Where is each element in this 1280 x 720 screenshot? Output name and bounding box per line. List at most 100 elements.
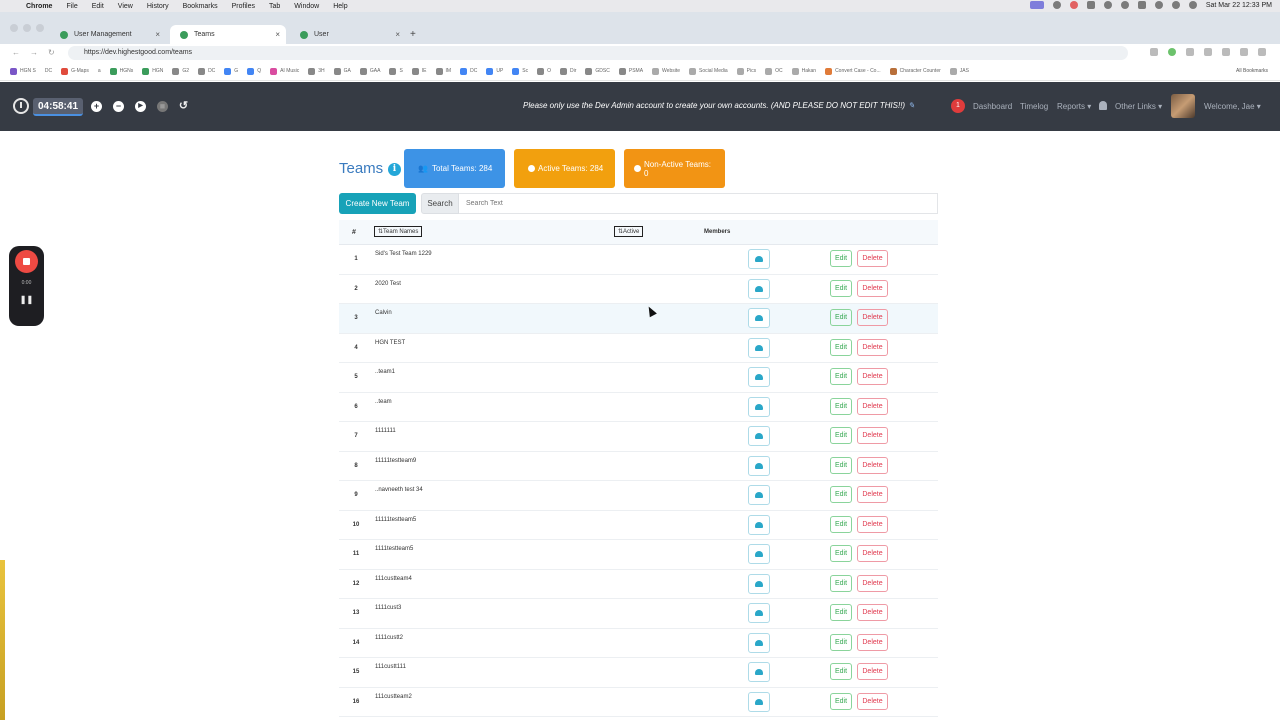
back-icon[interactable]: ← [12,48,20,57]
close-tab-icon[interactable]: × [275,30,280,39]
edit-button[interactable]: Edit [830,368,852,385]
members-button[interactable] [748,691,770,712]
bookmark-item[interactable]: G [224,67,238,75]
bookmark-item[interactable]: GA [333,67,351,75]
minimize-window-icon[interactable] [23,24,31,32]
close-window-icon[interactable] [10,24,18,32]
members-button[interactable] [748,662,770,682]
menu-clock[interactable]: Sat Mar 22 12:33 PM [1206,2,1272,9]
delete-button[interactable]: Delete [857,368,888,385]
edit-button[interactable]: Edit [830,338,852,356]
bookmark-item[interactable]: DC [45,68,52,74]
bookmark-item[interactable]: AI Music [270,67,299,75]
bookmark-item[interactable]: PSMA [618,67,643,75]
bookmark-star-icon[interactable] [1150,48,1158,56]
bookmark-item[interactable]: S [389,67,403,75]
extension-icon[interactable] [1186,48,1194,56]
extension-icon[interactable] [1240,48,1248,56]
delete-button[interactable]: Delete [857,604,888,621]
notification-badge[interactable]: 1 [951,99,965,113]
menu-window[interactable]: Window [294,3,319,10]
delete-button[interactable]: Delete [857,309,888,326]
total-teams-badge[interactable]: 👥 Total Teams: 284 [404,149,505,188]
members-button[interactable] [748,249,770,269]
search-icon[interactable] [1171,1,1180,9]
bookmark-folder[interactable]: Website [652,67,680,75]
edit-button[interactable]: Edit [830,309,852,326]
bookmark-item[interactable]: G-Maps [61,67,89,75]
menu-history[interactable]: History [147,3,169,10]
bookmark-folder[interactable]: Hakan [791,67,816,75]
nav-other-links[interactable]: Other Links ▾ [1115,102,1162,111]
wifi-icon[interactable] [1154,1,1163,9]
members-button[interactable] [748,603,770,623]
bookmark-item[interactable]: HGNs [109,67,133,75]
bookmark-item[interactable]: GAA [359,67,380,75]
delete-button[interactable]: Delete [857,692,888,710]
bell-icon[interactable] [1099,101,1107,110]
members-button[interactable] [748,337,770,358]
apple-icon[interactable] [10,2,20,11]
menu-profiles[interactable]: Profiles [232,3,255,10]
edit-button[interactable]: Edit [830,663,852,680]
members-button[interactable] [748,278,770,299]
menu-app-name[interactable]: Chrome [26,3,52,10]
stop-recording-button[interactable] [15,250,38,273]
edit-button[interactable]: Edit [830,633,852,651]
edit-button[interactable]: Edit [830,692,852,710]
members-button[interactable] [748,485,770,505]
screen-share-icon[interactable] [1029,1,1044,9]
bookmark-folder[interactable]: Pics [736,67,756,75]
bookmark-folder[interactable]: OC [765,67,783,75]
delete-button[interactable]: Delete [857,250,888,267]
tab-teams[interactable]: Teams × [170,25,286,44]
bookmark-item[interactable]: Character Counter [889,67,941,75]
members-button[interactable] [748,632,770,653]
delete-button[interactable]: Delete [857,427,888,444]
sort-active[interactable]: ⇅Active [614,226,644,237]
menu-edit[interactable]: Edit [92,3,104,10]
recording-icon[interactable] [1069,1,1078,9]
new-tab-button[interactable]: + [410,29,416,40]
stop-icon[interactable]: ■ [157,101,168,112]
add-time-icon[interactable]: + [91,101,102,112]
menu-view[interactable]: View [118,3,133,10]
edit-button[interactable]: Edit [830,545,852,562]
delete-button[interactable]: Delete [857,663,888,680]
timer-display[interactable]: 04:58:41 [33,98,83,116]
bookmark-item[interactable]: Dir [560,67,576,75]
edit-button[interactable]: Edit [830,279,852,297]
bookmark-folder[interactable]: JAS [949,67,969,75]
members-button[interactable] [748,514,770,535]
all-bookmarks-button[interactable]: All Bookmarks [1236,68,1268,74]
edit-button[interactable]: Edit [830,486,852,503]
nav-dashboard[interactable]: Dashboard [973,102,1012,111]
bookmark-item[interactable]: Convert Case - Co... [825,67,881,75]
edit-button[interactable]: Edit [830,574,852,592]
reset-icon[interactable]: ↺ [178,101,189,112]
bookmark-item[interactable]: O [537,67,551,75]
members-button[interactable] [748,455,770,476]
profile-icon[interactable] [1258,48,1266,56]
bookmark-item[interactable]: Q [247,67,261,75]
delete-button[interactable]: Delete [857,574,888,592]
bookmark-item[interactable]: Sc [512,67,528,75]
menu-file[interactable]: File [66,3,77,10]
tray-app-icon[interactable] [1086,1,1095,9]
search-input[interactable] [459,193,938,214]
delete-button[interactable]: Delete [857,397,888,415]
battery-icon[interactable] [1137,1,1146,9]
bookmark-item[interactable]: GDSC [585,67,610,75]
delete-button[interactable]: Delete [857,486,888,503]
info-icon[interactable]: i [388,163,401,176]
tray-app-icon[interactable] [1103,1,1112,9]
forward-icon[interactable]: → [30,48,38,57]
delete-button[interactable]: Delete [857,515,888,533]
reload-icon[interactable]: ↻ [48,48,55,57]
edit-pencil-icon[interactable]: ✎ [908,101,915,110]
tray-app-icon[interactable] [1120,1,1129,9]
control-center-icon[interactable] [1188,1,1197,9]
menu-bookmarks[interactable]: Bookmarks [183,3,218,10]
members-button[interactable] [748,573,770,594]
active-teams-badge[interactable]: Active Teams: 284 [514,149,615,188]
